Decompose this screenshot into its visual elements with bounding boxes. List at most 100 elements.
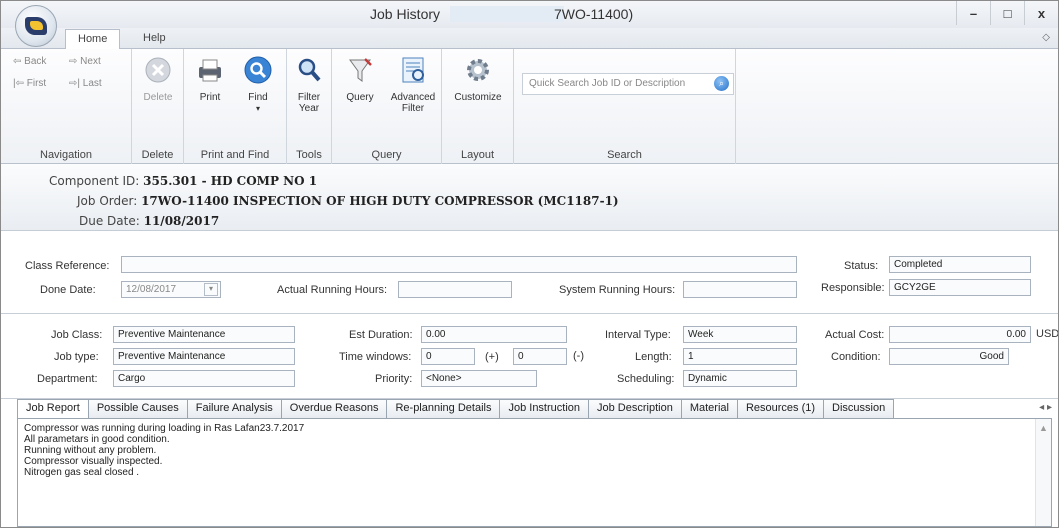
report-line: Compressor visually inspected. xyxy=(24,456,163,467)
time-windows-minus-sign: (-) xyxy=(573,350,584,362)
responsible-field[interactable]: GCY2GE xyxy=(889,279,1031,296)
report-line: Compressor was running during loading in… xyxy=(24,423,305,434)
job-type-label: Job type: xyxy=(54,351,99,363)
department-field[interactable]: Cargo xyxy=(113,370,295,387)
priority-field[interactable]: <None> xyxy=(421,370,537,387)
job-details-section: Job Class: Preventive Maintenance Job ty… xyxy=(1,314,1058,399)
minimize-button[interactable]: – xyxy=(956,1,990,25)
gear-icon xyxy=(467,59,489,81)
group-label-print-find: Print and Find xyxy=(200,149,270,161)
ribbon-collapse-icon[interactable]: ◇ xyxy=(1042,32,1050,43)
query-button[interactable]: Query xyxy=(340,55,380,103)
tab-material[interactable]: Material xyxy=(680,399,738,418)
filter-year-button[interactable]: Filter Year xyxy=(291,55,327,114)
tab-scroll-arrows[interactable]: ◂ ▸ xyxy=(1039,402,1052,413)
group-label-tools: Tools xyxy=(296,149,322,161)
delete-button[interactable]: Delete xyxy=(140,55,176,103)
find-dropdown-icon[interactable]: ▾ xyxy=(256,104,260,113)
search-icon[interactable]: ⌕ xyxy=(714,76,729,91)
time-windows-plus-field[interactable]: 0 xyxy=(421,348,475,365)
status-field[interactable]: Completed xyxy=(889,256,1031,273)
job-order-value: 17WO-11400 INSPECTION OF HIGH DUTY COMPR… xyxy=(141,194,619,208)
system-running-hours-field[interactable] xyxy=(683,281,797,298)
tab-help[interactable]: Help xyxy=(133,29,176,49)
close-button[interactable]: x xyxy=(1024,1,1058,25)
group-layout: Customize Layout xyxy=(442,49,514,164)
first-button[interactable]: |⇦ First xyxy=(13,78,46,89)
system-running-hours-label: System Running Hours: xyxy=(559,284,676,296)
quick-search-input[interactable]: Quick Search Job ID or Description ⌕ xyxy=(522,73,734,95)
tab-job-description[interactable]: Job Description xyxy=(588,399,682,418)
tab-replanning-details[interactable]: Re-planning Details xyxy=(386,399,501,418)
quick-search-placeholder: Quick Search Job ID or Description xyxy=(529,78,686,89)
delete-icon xyxy=(145,57,171,83)
length-label: Length: xyxy=(635,351,672,363)
group-query: Query Advanced Filter Query xyxy=(332,49,442,164)
actual-running-hours-field[interactable] xyxy=(398,281,512,298)
tab-home[interactable]: Home xyxy=(65,29,121,49)
completion-section: Class Reference: Done Date: 12/08/2017 ▾ … xyxy=(1,251,1058,314)
due-date-row: Due Date: 11/08/2017 xyxy=(79,214,220,228)
app-logo-icon xyxy=(25,17,47,35)
priority-label: Priority: xyxy=(375,373,413,385)
class-reference-field[interactable] xyxy=(121,256,797,273)
group-label-search: Search xyxy=(607,149,642,161)
tab-possible-causes[interactable]: Possible Causes xyxy=(87,399,188,418)
job-order-row: Job Order: 17WO-11400 INSPECTION OF HIGH… xyxy=(77,194,619,208)
length-field[interactable]: 1 xyxy=(683,348,797,365)
advanced-filter-button[interactable]: Advanced Filter xyxy=(388,55,438,114)
tab-resources[interactable]: Resources (1) xyxy=(736,399,825,418)
tab-job-report[interactable]: Job Report xyxy=(17,399,89,418)
scheduling-label: Scheduling: xyxy=(617,373,675,385)
window-title-suffix: 7WO-11400) xyxy=(554,6,634,22)
responsible-label: Responsible: xyxy=(821,282,885,294)
detail-tabs: Job Report Possible Causes Failure Analy… xyxy=(17,399,895,418)
magnifier-icon xyxy=(298,58,321,82)
tab-failure-analysis[interactable]: Failure Analysis xyxy=(186,399,282,418)
ribbon: ⇦ Back ⇨ Next |⇦ First ⇨| Last Navigatio… xyxy=(1,49,1058,164)
currency-label: USD xyxy=(1036,328,1059,340)
customize-button[interactable]: Customize xyxy=(452,55,504,103)
actual-running-hours-label: Actual Running Hours: xyxy=(277,284,388,296)
find-button[interactable]: Find ▾ xyxy=(238,55,278,114)
time-windows-plus-sign: (+) xyxy=(485,351,499,363)
advanced-filter-icon xyxy=(402,57,424,83)
interval-type-field[interactable]: Week xyxy=(683,326,797,343)
est-duration-label: Est Duration: xyxy=(349,329,413,341)
job-report-textarea[interactable]: Compressor was running during loading in… xyxy=(17,418,1052,527)
job-class-field[interactable]: Preventive Maintenance xyxy=(113,326,295,343)
time-windows-minus-field[interactable]: 0 xyxy=(513,348,567,365)
actual-cost-label: Actual Cost: xyxy=(825,329,885,341)
due-date-value: 11/08/2017 xyxy=(143,214,220,228)
done-date-field[interactable]: 12/08/2017 ▾ xyxy=(121,281,221,298)
condition-field[interactable]: Good xyxy=(889,348,1009,365)
group-label-query: Query xyxy=(371,149,402,161)
group-label-layout: Layout xyxy=(460,149,495,161)
department-label: Department: xyxy=(37,373,98,385)
tab-job-instruction[interactable]: Job Instruction xyxy=(499,399,590,418)
app-menu-button[interactable] xyxy=(15,5,57,47)
tab-overdue-reasons[interactable]: Overdue Reasons xyxy=(280,399,388,418)
print-button[interactable]: Print xyxy=(190,55,230,103)
title-bar: Job History 7WO-11400) – □ x xyxy=(1,1,1058,47)
group-navigation: ⇦ Back ⇨ Next |⇦ First ⇨| Last Navigatio… xyxy=(1,49,132,164)
window-controls: – □ x xyxy=(956,1,1058,25)
est-duration-field[interactable]: 0.00 xyxy=(421,326,567,343)
job-class-label: Job Class: xyxy=(51,329,103,341)
job-type-field[interactable]: Preventive Maintenance xyxy=(113,348,295,365)
job-header: Component ID: 355.301 - HD COMP NO 1 Job… xyxy=(1,164,1058,231)
query-funnel-icon xyxy=(349,58,372,82)
scroll-up-icon[interactable]: ▲ xyxy=(1036,423,1051,434)
status-label: Status: xyxy=(844,260,879,272)
tab-discussion[interactable]: Discussion xyxy=(823,399,895,418)
next-button[interactable]: ⇨ Next xyxy=(69,56,101,67)
group-label-delete: Delete xyxy=(141,149,174,161)
maximize-button[interactable]: □ xyxy=(990,1,1024,25)
actual-cost-field[interactable]: 0.00 xyxy=(889,326,1031,343)
back-button[interactable]: ⇦ Back xyxy=(13,56,46,67)
date-picker-icon[interactable]: ▾ xyxy=(204,283,218,296)
last-button[interactable]: ⇨| Last xyxy=(69,78,102,89)
component-id-value: 355.301 - HD COMP NO 1 xyxy=(143,174,318,188)
scheduling-field[interactable]: Dynamic xyxy=(683,370,797,387)
report-scrollbar[interactable]: ▲ xyxy=(1035,419,1051,526)
